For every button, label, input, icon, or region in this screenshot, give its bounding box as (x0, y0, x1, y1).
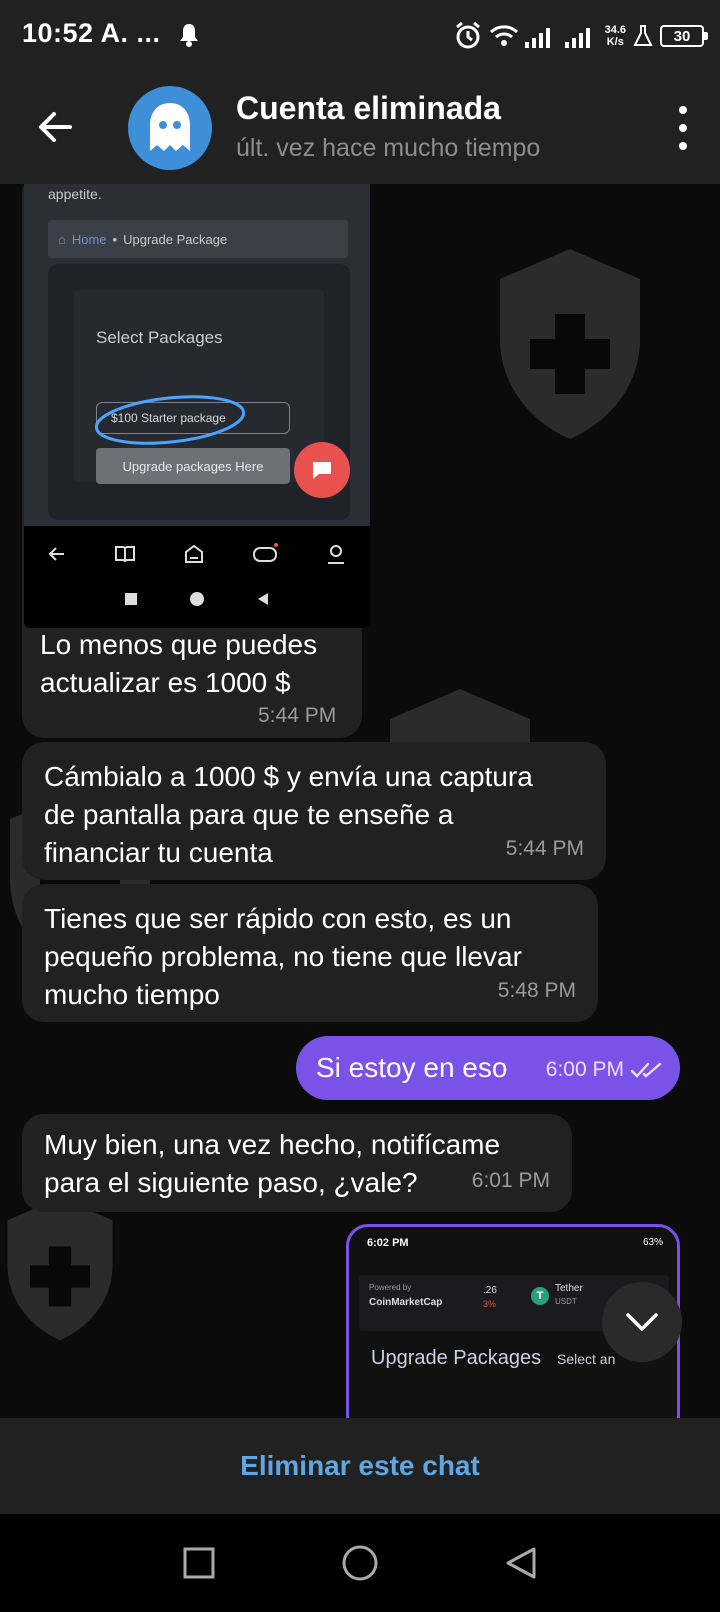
price-fragment: .26 (483, 1285, 497, 1296)
message-bubble-incoming[interactable]: Cámbialo a 1000 $ y envía una captura de… (22, 742, 606, 880)
more-options-icon[interactable] (676, 106, 690, 150)
last-seen-status: últ. vez hace mucho tiempo (236, 134, 541, 162)
chevron-down-icon (626, 1313, 658, 1331)
preview-subheading: Select an (557, 1351, 616, 1367)
message-text: Tienes que ser rápido con esto, es un pe… (44, 903, 522, 1010)
network-speed: 34.6 K/s (605, 24, 626, 48)
screenshot-nav-bar (24, 526, 370, 628)
signal-1-icon (524, 28, 550, 48)
arrow-left-icon (48, 547, 65, 561)
recent-apps-icon[interactable] (182, 1546, 216, 1580)
screenshot-select-title: Select Packages (96, 328, 223, 347)
screenshot-text: appetite. (48, 186, 102, 202)
crumb-current: Upgrade Package (123, 231, 228, 247)
network-speed-value: 34.6 (604, 24, 626, 36)
message-bubble-outgoing[interactable]: Si estoy en eso 6:00 PM (296, 1036, 680, 1100)
chat-bubble-icon (294, 442, 350, 498)
message-text: Muy bien, una vez hecho, notifícame para… (44, 1129, 501, 1198)
crumb-separator: • (112, 231, 118, 247)
message-text: Si estoy en eso (316, 1052, 508, 1083)
screenshot-breadcrumb: ⌂ Home • Upgrade Package (48, 220, 348, 258)
alarm-icon (455, 21, 480, 49)
screenshot-upgrade-button: Upgrade packages Here (96, 448, 290, 484)
profile-icon (327, 545, 344, 564)
coin-name: Tether (555, 1283, 583, 1294)
battery-indicator: 30 (660, 25, 708, 47)
avatar[interactable] (128, 86, 212, 170)
system-navigation-bar (0, 1514, 720, 1612)
message-time: 5:44 PM (505, 837, 584, 860)
status-bar: 10:52 A. ... 34.6 K/s 30 (0, 0, 720, 72)
crumb-home: Home (71, 231, 107, 247)
preview-heading: Upgrade Packages (371, 1347, 542, 1369)
triangle-icon (258, 593, 268, 605)
chat-history[interactable]: appetite. ⌂ Home • Upgrade Package Selec… (0, 184, 720, 1418)
message-bubble-incoming[interactable]: Tienes que ser rápido con esto, es un pe… (22, 884, 598, 1022)
tether-coin-icon: T (531, 1287, 549, 1305)
ghost-icon (150, 103, 190, 151)
attached-screenshot-image[interactable]: appetite. ⌂ Home • Upgrade Package Selec… (24, 184, 370, 628)
provider-label: CoinMarketCap (369, 1297, 443, 1308)
coin-symbol: USDT (555, 1297, 577, 1306)
powered-by-label: Powered by (369, 1283, 412, 1292)
scroll-down-button[interactable] (602, 1282, 682, 1362)
network-speed-unit: K/s (606, 36, 624, 48)
change-fragment: 3% (483, 1299, 497, 1309)
message-time: 6:01 PM (471, 1169, 550, 1192)
chat-header: Cuenta eliminada últ. vez hace mucho tie… (0, 72, 720, 184)
preview-time: 6:02 PM (367, 1237, 409, 1249)
signal-2-icon (564, 28, 590, 48)
circle-icon (190, 592, 204, 606)
double-check-icon (630, 1062, 662, 1078)
back-arrow-icon[interactable] (30, 102, 80, 152)
status-icons: 34.6 K/s 30 (453, 16, 708, 56)
delete-chat-button[interactable]: Eliminar este chat (240, 1450, 480, 1482)
gamepad-icon (252, 543, 278, 562)
message-time: 5:44 PM (258, 704, 337, 727)
blue-scribble-circle (94, 395, 246, 445)
message-time: 5:48 PM (497, 979, 576, 1002)
message-bubble-incoming[interactable]: Muy bien, una vez hecho, notifícame para… (22, 1114, 572, 1212)
screenshot-inner-panel: Select Packages $100 Starter package Upg… (74, 290, 324, 484)
message-text: Cámbialo a 1000 $ y envía una captura de… (44, 761, 533, 868)
preview-battery: 63% (642, 1237, 663, 1248)
home-circle-icon[interactable] (341, 1544, 379, 1582)
book-icon (115, 546, 136, 563)
chat-title[interactable]: Cuenta eliminada (236, 90, 501, 127)
bottom-action-bar: Eliminar este chat (0, 1418, 720, 1514)
flask-icon (633, 25, 653, 46)
message-text: Lo menos que puedes actualizar es 1000 $ (40, 629, 318, 698)
status-time: 10:52 A. ... (22, 18, 161, 48)
shield-watermark-icon (500, 249, 640, 439)
notification-bell-icon (180, 24, 198, 47)
square-icon (125, 593, 137, 605)
message-time: 6:00 PM (545, 1058, 624, 1081)
home-outline-icon (184, 544, 203, 563)
wifi-icon (489, 25, 518, 46)
back-triangle-icon[interactable] (504, 1546, 538, 1580)
home-icon: ⌂ (58, 231, 66, 247)
